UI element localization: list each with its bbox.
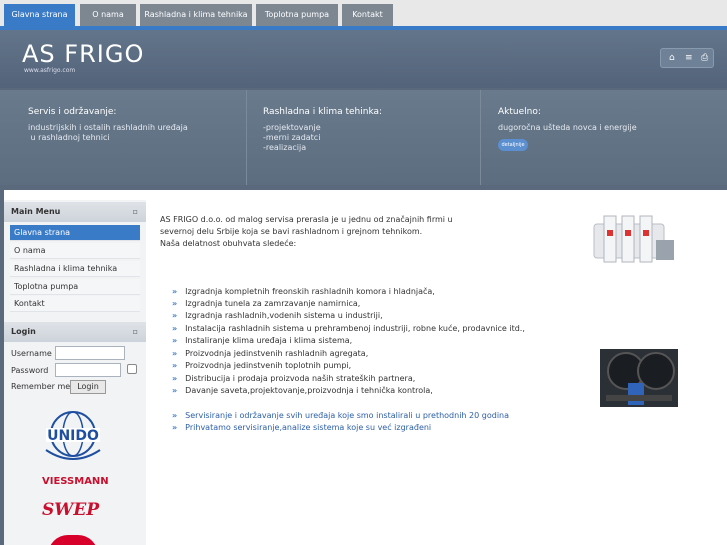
remember-checkbox[interactable] (127, 364, 137, 374)
collapse-icon[interactable]: ▫ (133, 322, 138, 342)
collapse-icon[interactable]: ▫ (133, 202, 138, 222)
product-image-breakers (593, 215, 674, 263)
tab-rashladna[interactable]: Rashladna i klima tehnika (140, 4, 252, 26)
info-band: Servis i održavanje: industrijskih i ost… (0, 90, 727, 185)
intro-line: Naša delatnost obuhvata sledeće: (160, 239, 297, 248)
tab-toplotna-pumpa[interactable]: Toplotna pumpa (256, 4, 338, 26)
username-input[interactable] (55, 346, 125, 360)
bullet-icon: » (172, 386, 178, 395)
detaljnije-button[interactable]: detaljnije (498, 139, 528, 151)
site-logo[interactable]: AS FRIGO (22, 40, 144, 68)
unido-logo[interactable]: UNIDO (40, 406, 106, 464)
site-url: www.asfrigo.com (24, 67, 76, 74)
swep-logo[interactable]: SWEP (42, 500, 99, 520)
list-item: » Servisiranje i održavanje svih uređaja … (172, 411, 510, 420)
tab-kontakt[interactable]: Kontakt (342, 4, 393, 26)
intro-line: AS FRIGO d.o.o. od malog servisa prerasl… (160, 215, 453, 224)
menu-item-o-nama[interactable]: O nama (10, 243, 140, 259)
rashladna-column: Rashladna i klima tehinka: -projektovanj… (246, 90, 480, 185)
column-divider (480, 90, 481, 185)
remember-label: Remember me (11, 382, 71, 391)
menu-item-rashladna[interactable]: Rashladna i klima tehnika (10, 261, 140, 277)
password-label: Password (11, 366, 49, 375)
servis-text: industrijskih i ostalih rashladnih uređa… (28, 123, 188, 142)
rashladna-title: Rashladna i klima tehinka: (263, 107, 383, 117)
menu-item-kontakt[interactable]: Kontakt (10, 296, 140, 312)
servis-column: Servis i održavanje: industrijskih i ost… (0, 90, 246, 185)
header-icon-group: ⌂ ≡ ⎙ (660, 48, 714, 68)
list-item: » Davanje saveta,projektovanje,proizvodnj… (172, 386, 433, 395)
tab-glavna-strana[interactable]: Glavna strana (4, 4, 75, 26)
tab-o-nama[interactable]: O nama (80, 4, 136, 26)
login-button[interactable]: Login (70, 380, 106, 394)
list-item: » Instalacija rashladnih sistema u prehra… (172, 324, 525, 333)
aktuelno-column: Aktuelno: dugoročna ušteda novca i energ… (480, 90, 727, 185)
viessmann-logo[interactable]: VIESSMANN (42, 476, 109, 487)
bullet-icon: » (172, 423, 178, 432)
top-navigation: Glavna strana O nama Rashladna i klima t… (0, 0, 727, 28)
product-image-compressor-unit (600, 349, 678, 407)
list-item: » Prihvatamo servisiranje,analize sistema… (172, 423, 432, 432)
header: AS FRIGO www.asfrigo.com ⌂ ≡ ⎙ (0, 30, 727, 88)
menu-item-glavna-strana[interactable]: Glavna strana (10, 225, 140, 241)
password-input[interactable] (55, 363, 121, 377)
aktuelno-title: Aktuelno: (498, 107, 541, 117)
list-item: » Izgradnja tunela za zamrzavanje namirni… (172, 299, 361, 308)
servis-title: Servis i održavanje: (28, 107, 117, 117)
login-title: Login (11, 327, 36, 336)
aktuelno-text: dugoročna ušteda novca i energije (498, 123, 637, 132)
list-item: » Izgradnja kompletnih freonskih rashladn… (172, 287, 435, 296)
bullet-icon: » (172, 311, 178, 320)
intro-line: severnoj delu Srbije koja se bavi rashla… (160, 227, 423, 236)
bullet-icon: » (172, 411, 178, 420)
svg-text:UNIDO: UNIDO (47, 428, 99, 444)
list-item: » Instaliranje klima uređaja i klima sist… (172, 336, 353, 345)
intro-text: AS FRIGO d.o.o. od malog servisa prerasl… (160, 214, 453, 250)
list-item: » Distribucija i prodaja proizvoda naših … (172, 374, 416, 383)
bullet-icon: » (172, 374, 178, 383)
column-divider (246, 90, 247, 185)
rashladna-text: -projektovanje -merni zadatci -realizaci… (263, 123, 321, 152)
list-item: » Proizvodnja jedinstvenih rashladnih agr… (172, 349, 369, 358)
home-icon[interactable]: ⌂ (669, 53, 675, 63)
email-icon[interactable]: ≡ (685, 53, 693, 63)
bullet-icon: » (172, 361, 178, 370)
main-menu-header: Main Menu ▫ (4, 202, 146, 222)
print-icon[interactable]: ⎙ (701, 53, 708, 63)
bullet-icon: » (172, 324, 178, 333)
list-item: » Izgradnja rashladnih,vodenih sistema u … (172, 311, 383, 320)
username-label: Username (11, 349, 52, 358)
bullet-icon: » (172, 336, 178, 345)
menu-item-toplotna-pumpa[interactable]: Toplotna pumpa (10, 279, 140, 295)
main-menu-title: Main Menu (11, 207, 61, 216)
bullet-icon: » (172, 349, 178, 358)
bullet-icon: » (172, 287, 178, 296)
login-header: Login ▫ (4, 322, 146, 342)
bullet-icon: » (172, 299, 178, 308)
list-item: » Proizvodnja jedinstvenih toplotnih pump… (172, 361, 352, 370)
